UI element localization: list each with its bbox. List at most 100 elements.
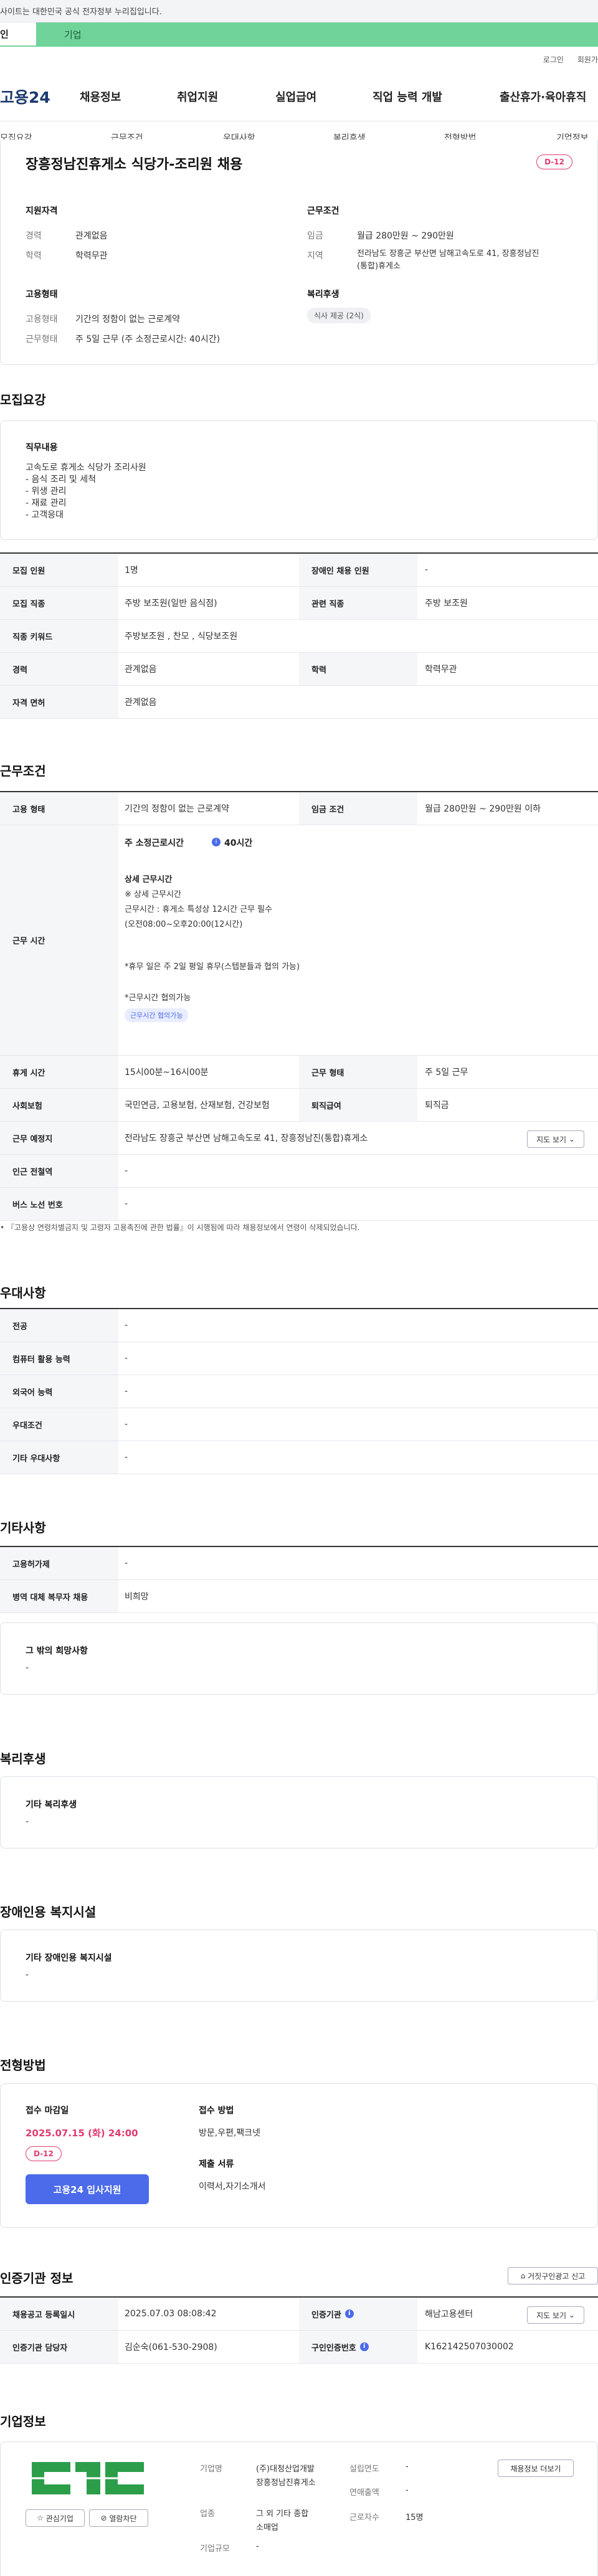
row-value: 15시00분~16시00분 bbox=[125, 1068, 209, 1077]
row-value: 학력무관 bbox=[425, 665, 457, 675]
map-view-button[interactable]: 지도 보기 ⌄ bbox=[527, 2306, 584, 2324]
row-value: 국민연금, 고용보험, 산재보험, 건강보험 bbox=[125, 1101, 270, 1110]
row-key: 관련 직종 bbox=[299, 587, 417, 619]
logo[interactable]: 고용24 bbox=[0, 85, 78, 108]
signup-link[interactable]: 회원가 bbox=[577, 54, 598, 65]
top-tabs: 인 기업 bbox=[0, 22, 598, 47]
conditions-table: 고용 형태 기간의 정함이 없는 근로계약 임금 조건 월급 280만원 ~ 2… bbox=[0, 791, 598, 1221]
method-value: 방문,우편,팩크넷 bbox=[199, 2128, 261, 2138]
nav-item-vocational-training[interactable]: 직업 능력 개발 bbox=[373, 88, 442, 105]
table-row: 전공 - bbox=[0, 1309, 598, 1342]
row-value: 비희망 bbox=[125, 1592, 149, 1602]
report-fake-ad-button[interactable]: ⌂ 거짓구인광고 신고 bbox=[508, 2267, 598, 2285]
row-key: 모집 직종 bbox=[0, 587, 118, 619]
company-name-key: 기업명 bbox=[200, 2465, 222, 2474]
favorite-company-button[interactable]: ☆ 관심기업 bbox=[26, 2509, 85, 2527]
docs-value: 이력서,자기소개서 bbox=[199, 2182, 266, 2192]
info-icon[interactable]: i bbox=[359, 2342, 369, 2351]
button-label: 거짓구인광고 신고 bbox=[528, 2271, 586, 2281]
area-value-1: 전라남도 장흥군 부산면 남해고속도로 41, 장흥정남진 bbox=[357, 249, 539, 258]
staff-value: 15명 bbox=[406, 2513, 424, 2522]
industry-key: 업종 bbox=[200, 2509, 215, 2519]
login-link[interactable]: 로그인 bbox=[543, 54, 564, 65]
row-value: 주 5일 근무 bbox=[425, 1068, 468, 1077]
row-key: 사회보험 bbox=[0, 1089, 118, 1121]
career-key: 경력 bbox=[26, 231, 42, 241]
info-icon[interactable]: i bbox=[212, 838, 221, 846]
welfare-title: 복리후생 bbox=[307, 290, 339, 300]
row-key: 임금 조건 bbox=[299, 792, 417, 825]
row-value: 퇴직금 bbox=[425, 1101, 449, 1110]
career-value: 관계없음 bbox=[75, 231, 108, 241]
main-nav: 고용24 채용정보 취업지원 실업급여 직업 능력 개발 출산휴가·육아휴직 bbox=[0, 72, 598, 121]
button-label: 열람차단 bbox=[109, 2514, 137, 2523]
row-value: 해남고용센터 bbox=[425, 2309, 473, 2319]
tab-individual[interactable]: 인 bbox=[0, 22, 36, 47]
nav-item-employment-support[interactable]: 취업지원 bbox=[177, 88, 218, 105]
job-title: 장흥정남진휴게소 식당가-조리원 채용 bbox=[26, 157, 243, 173]
table-row: 우대조건 - bbox=[0, 1408, 598, 1441]
table-row: 기타 우대사항 - bbox=[0, 1441, 598, 1474]
area-key: 지역 bbox=[307, 251, 323, 261]
table-row: 모집 인원 1명 장애인 채용 인원 - bbox=[0, 554, 598, 587]
welfare-box: 기타 복리후생 - bbox=[0, 1776, 598, 1849]
apply-button[interactable]: 고용24 입사지원 bbox=[26, 2174, 149, 2204]
row-value: - bbox=[125, 1386, 128, 1396]
company-name-value: (주)대청산업개발 bbox=[256, 2465, 315, 2474]
row-value: - bbox=[125, 1353, 128, 1363]
nav-item-parental-leave[interactable]: 출산휴가·육아휴직 bbox=[500, 88, 586, 105]
row-key: 퇴직급여 bbox=[299, 1089, 417, 1121]
row-value: - bbox=[425, 565, 429, 575]
button-label: 관심기업 bbox=[45, 2514, 74, 2523]
table-row: 근무 예정지 전라남도 장흥군 부산면 남해고속도로 41, 장흥정남진(통합)… bbox=[0, 1122, 598, 1155]
table-row: 고용허가제 - bbox=[0, 1547, 598, 1580]
row-key: 직종 키워드 bbox=[0, 620, 118, 652]
info-icon[interactable]: i bbox=[344, 2309, 354, 2318]
tab-company[interactable]: 기업 bbox=[36, 22, 598, 47]
row-key: 외국어 능력 bbox=[0, 1375, 118, 1408]
tab-label: 기업 bbox=[64, 29, 82, 40]
etc-box-title: 그 밖의 희망사항 bbox=[26, 1646, 88, 1656]
duty-card: 직무내용 고속도로 휴게소 식당가 조리사원 - 음식 조리 및 세척 - 위생… bbox=[0, 420, 598, 540]
welfare-heading: 복리후생 bbox=[0, 1751, 46, 1766]
emp-type-value: 기간의 정함이 없는 근로계약 bbox=[75, 315, 180, 324]
welfare-box-title: 기타 복리후생 bbox=[26, 1800, 77, 1810]
more-jobs-button[interactable]: 채용정보 더보기 bbox=[498, 2460, 574, 2477]
row-key: 인증기관 i bbox=[299, 2298, 417, 2330]
row-value: - bbox=[125, 1558, 128, 1568]
process-card: 접수 마감일 2025.07.15 (화) 24:00 D-12 고용24 입사… bbox=[0, 2083, 598, 2228]
row-key: 자격 면허 bbox=[0, 686, 118, 718]
row-key: 인증기관 담당자 bbox=[0, 2331, 118, 2363]
nav-item-unemployment-benefit[interactable]: 실업급여 bbox=[275, 88, 316, 105]
process-heading: 전형방법 bbox=[0, 2058, 46, 2073]
row-value: 주방보조원 , 찬모 , 식당보조원 bbox=[125, 632, 238, 642]
table-row: 컴퓨터 활용 능력 - bbox=[0, 1342, 598, 1375]
company-card: ☆ 관심기업 ⊘ 열람차단 기업명 (주)대청산업개발 장흥정남진휴게소 설립연… bbox=[0, 2441, 598, 2576]
education-value: 학력무관 bbox=[75, 251, 108, 261]
row-key: 휴게 시간 bbox=[0, 1056, 118, 1088]
row-key: 고용 형태 bbox=[0, 792, 118, 825]
block-view-button[interactable]: ⊘ 열람차단 bbox=[89, 2509, 148, 2527]
nav-item-jobs[interactable]: 채용정보 bbox=[80, 88, 121, 105]
education-key: 학력 bbox=[26, 251, 42, 261]
row-value: 김순숙(061-530-2908) bbox=[125, 2342, 217, 2352]
row-key: 기타 우대사항 bbox=[0, 1441, 118, 1474]
table-row: 인근 전철역 - bbox=[0, 1155, 598, 1188]
company-name-value-2: 장흥정남진휴게소 bbox=[256, 2478, 316, 2488]
meal-badge: 식사 제공 (2식) bbox=[307, 308, 371, 323]
cert-heading: 인증기관 정보 bbox=[0, 2271, 74, 2286]
row-key: 근무 시간 bbox=[0, 825, 118, 1055]
home-icon: ⌂ bbox=[520, 2271, 526, 2280]
map-view-button[interactable]: 지도 보기 ⌄ bbox=[527, 1130, 584, 1148]
duty-line: - 음식 조리 및 세척 bbox=[26, 475, 97, 485]
row-value: 관계없음 bbox=[125, 665, 157, 675]
conditions-heading: 근무조건 bbox=[0, 764, 46, 779]
qual-title: 지원자격 bbox=[26, 206, 58, 216]
table-row: 모집 직종 주방 보조원(일반 음식점) 관련 직종 주방 보조원 bbox=[0, 587, 598, 620]
preference-heading: 우대사항 bbox=[0, 1286, 46, 1300]
age-notice: • 『고용상 연령차별금지 및 고령자 고용촉진에 관한 법률』이 시행됨에 따… bbox=[0, 1223, 360, 1232]
dday-badge: D-12 bbox=[536, 154, 572, 169]
detail-line: (오전08:00~오후20:00(12시간) bbox=[125, 920, 243, 929]
button-label: 지도 보기 bbox=[536, 2311, 567, 2320]
row-value: 전라남도 장흥군 부산면 남해고속도로 41, 장흥정남진(통합)휴게소 bbox=[125, 1134, 368, 1144]
